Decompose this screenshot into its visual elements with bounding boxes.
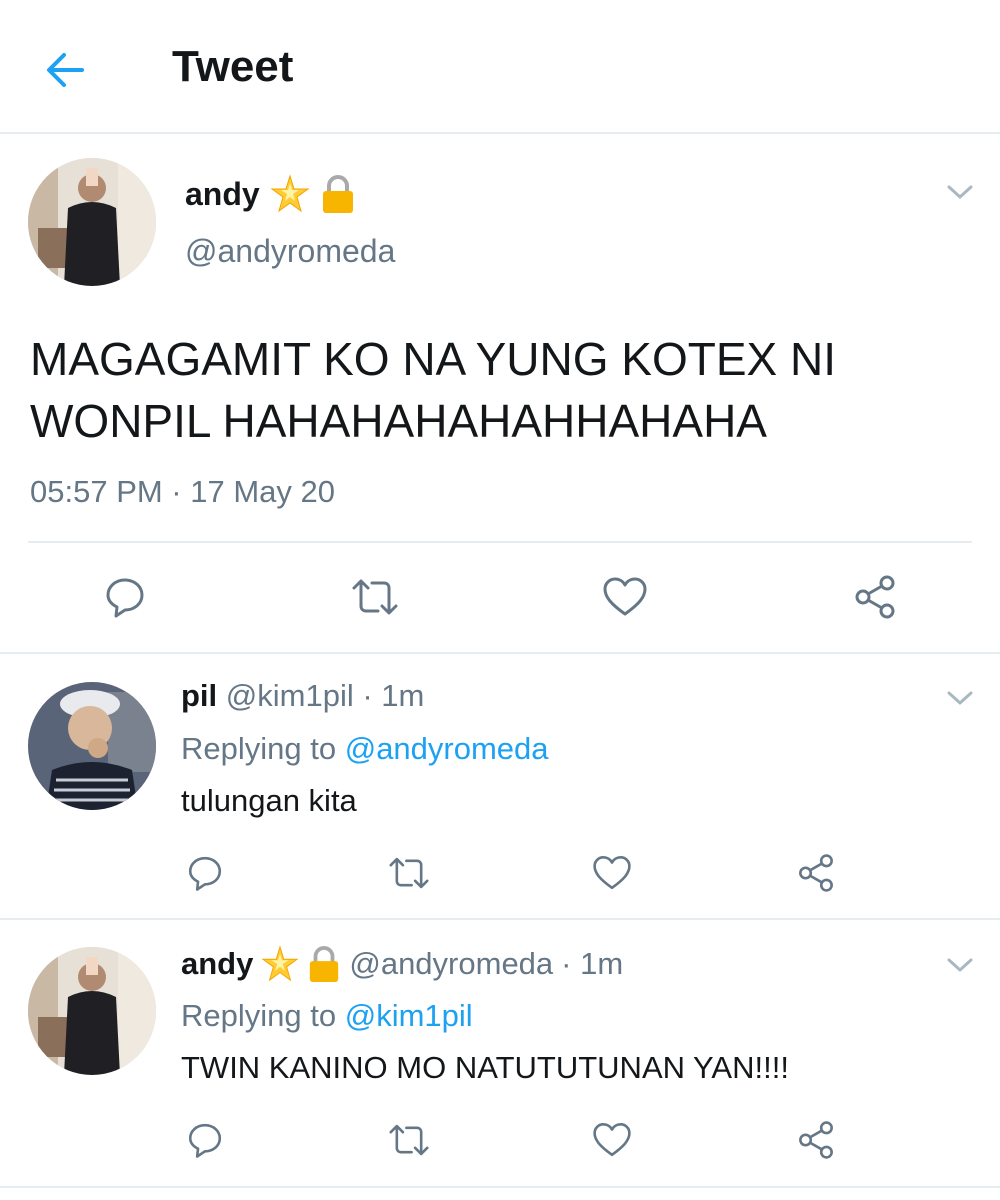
author-name[interactable]: andy	[181, 946, 253, 982]
retweet-button[interactable]	[384, 848, 434, 898]
more-options-button[interactable]	[945, 688, 975, 708]
reply-header: andy @andyromeda · 1m	[181, 942, 623, 986]
replying-to-label: Replying to	[181, 998, 337, 1033]
author-handle[interactable]: @andyromeda	[185, 233, 395, 270]
like-icon	[593, 1123, 631, 1157]
chevron-down-icon	[947, 958, 973, 972]
sparkle-star-emoji	[270, 174, 310, 213]
replying-to-link[interactable]: @kim1pil	[345, 998, 473, 1033]
like-button[interactable]	[600, 572, 650, 622]
author-handle[interactable]: @kim1pil	[226, 678, 354, 713]
back-button[interactable]	[40, 45, 90, 95]
reply-button[interactable]	[180, 848, 230, 898]
avatar-photo	[28, 947, 156, 1075]
page-title: Tweet	[172, 42, 294, 91]
reply-time: · 1m	[362, 678, 425, 713]
author-name[interactable]: pil	[181, 678, 217, 713]
replying-to: Replying to @andyromeda	[181, 731, 549, 767]
reply-header: pil @kim1pil · 1m	[181, 678, 424, 714]
avatar-photo	[28, 158, 156, 286]
more-options-button[interactable]	[945, 182, 975, 202]
reply-icon	[106, 578, 144, 618]
tweet-text-line: MAGAGAMIT KO NA YUNG KOTEX NI	[30, 333, 837, 385]
author-name[interactable]: andy	[185, 176, 260, 213]
header-divider	[0, 132, 1000, 134]
retweet-icon	[389, 857, 429, 889]
like-button[interactable]	[587, 1115, 637, 1165]
share-button[interactable]	[850, 572, 900, 622]
retweet-icon	[389, 1124, 429, 1156]
reply-time: · 1m	[561, 946, 624, 981]
share-icon	[799, 854, 833, 892]
like-icon	[603, 577, 647, 616]
share-button[interactable]	[791, 1115, 841, 1165]
share-icon	[799, 1121, 833, 1159]
sparkle-star-emoji	[261, 945, 299, 982]
tweet-text: MAGAGAMIT KO NA YUNG KOTEX NI WONPIL HAH…	[30, 328, 836, 452]
more-options-button[interactable]	[945, 955, 975, 975]
like-button[interactable]	[587, 848, 637, 898]
divider	[0, 1186, 1000, 1188]
avatar[interactable]	[28, 947, 156, 1075]
tweet-text-line: WONPIL HAHAHAHAHAHHAHAHA	[30, 395, 767, 447]
reply-button[interactable]	[100, 572, 150, 622]
reply-button[interactable]	[180, 1115, 230, 1165]
arrow-left-icon	[47, 53, 84, 87]
reply-icon	[188, 1123, 222, 1158]
avatar[interactable]	[28, 682, 156, 810]
divider	[0, 652, 1000, 654]
share-button[interactable]	[791, 848, 841, 898]
like-icon	[593, 856, 631, 890]
reply-text: TWIN KANINO MO NATUTUTUNAN YAN!!!!	[181, 1050, 789, 1085]
replying-to-label: Replying to	[181, 731, 337, 766]
reply-icon	[188, 856, 222, 891]
avatar[interactable]	[28, 158, 156, 286]
lock-icon	[322, 175, 353, 213]
author-handle[interactable]: @andyromeda	[349, 946, 553, 982]
replying-to: Replying to @kim1pil	[181, 998, 473, 1034]
retweet-icon	[352, 579, 398, 615]
replying-to-link[interactable]: @andyromeda	[345, 731, 549, 766]
lock-icon	[310, 946, 339, 982]
divider	[28, 541, 972, 543]
chevron-down-icon	[947, 185, 973, 199]
retweet-button[interactable]	[350, 572, 400, 622]
retweet-button[interactable]	[384, 1115, 434, 1165]
tweet-timestamp: 05:57 PM · 17 May 20	[30, 474, 335, 509]
reply-text: tulungan kita	[181, 783, 357, 818]
chevron-down-icon	[947, 691, 973, 705]
avatar-photo	[28, 682, 156, 810]
divider	[0, 918, 1000, 920]
share-icon	[855, 575, 895, 619]
